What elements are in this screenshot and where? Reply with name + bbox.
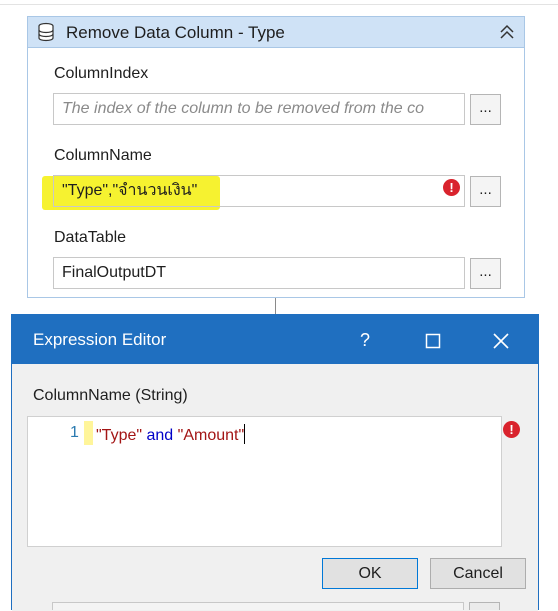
remove-data-column-activity[interactable]: Remove Data Column - Type ColumnIndex Th…: [27, 16, 525, 298]
column-name-label: ColumnName: [54, 147, 152, 164]
column-index-label: ColumnIndex: [54, 65, 149, 82]
dialog-title: Expression Editor: [33, 330, 167, 349]
next-activity-field: [52, 602, 464, 610]
data-table-input[interactable]: FinalOutputDT: [53, 257, 465, 289]
text-caret: [244, 424, 246, 444]
changed-line-marker: [84, 421, 93, 445]
expression-editor-dialog: Expression Editor ? ColumnName (String) …: [11, 314, 539, 611]
close-button[interactable]: [488, 327, 514, 353]
column-index-ellipsis-button[interactable]: ...: [470, 94, 501, 125]
data-table-label: DataTable: [54, 229, 127, 246]
activity-header[interactable]: Remove Data Column - Type: [28, 17, 524, 48]
code-token-type: "Type": [96, 427, 143, 444]
ok-button[interactable]: OK: [322, 558, 418, 589]
next-activity-ellipsis-button: [469, 602, 500, 610]
collapse-chevron-icon[interactable]: [496, 21, 518, 43]
help-button[interactable]: ?: [352, 327, 378, 353]
code-token-and: and: [142, 427, 178, 444]
expression-code-editor[interactable]: 1 "Type" and "Amount": [27, 416, 502, 547]
expression-code[interactable]: "Type" and "Amount": [96, 424, 246, 445]
line-number: 1: [70, 424, 79, 441]
code-token-amount: "Amount": [177, 427, 245, 444]
data-table-icon: [36, 22, 56, 42]
property-label: ColumnName (String): [33, 387, 188, 404]
error-icon: !: [503, 421, 520, 438]
cancel-button[interactable]: Cancel: [430, 558, 526, 589]
column-name-ellipsis-button[interactable]: ...: [470, 176, 501, 207]
dialog-title-bar[interactable]: Expression Editor ?: [12, 315, 538, 364]
dialog-body: ColumnName (String) 1 "Type" and "Amount…: [12, 364, 538, 611]
data-table-ellipsis-button[interactable]: ...: [470, 258, 501, 289]
activity-title: Remove Data Column - Type: [66, 23, 285, 42]
canvas-top-divider: [0, 4, 558, 5]
column-index-input[interactable]: The index of the column to be removed fr…: [53, 93, 465, 125]
maximize-button[interactable]: [420, 327, 446, 353]
column-name-input[interactable]: "Type","จำนวนเงิน": [53, 175, 465, 207]
error-icon: !: [443, 179, 460, 196]
